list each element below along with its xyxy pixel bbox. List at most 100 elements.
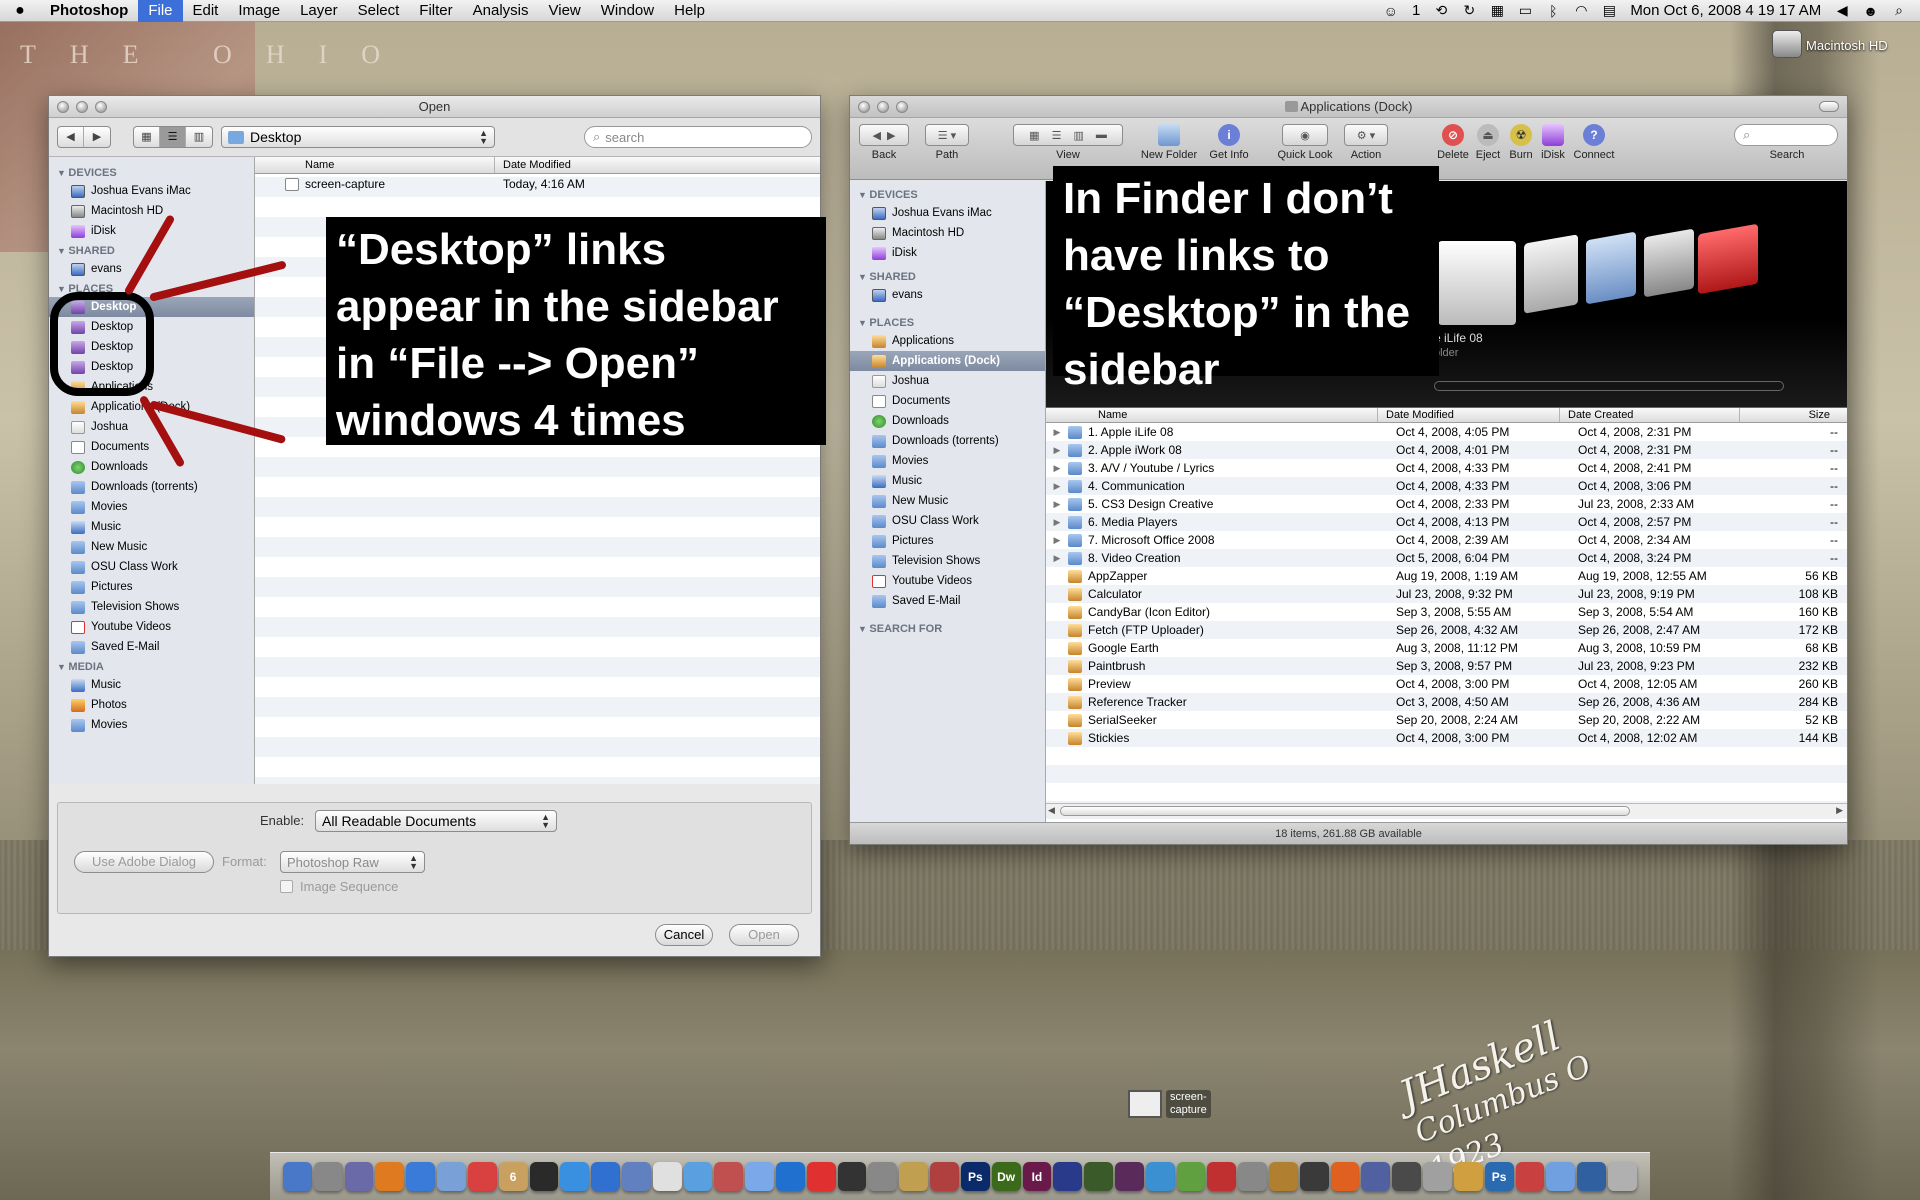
column-view-icon[interactable]: ▥	[186, 127, 212, 147]
dock-app-icon[interactable]	[1084, 1162, 1113, 1191]
dock-app-icon[interactable]	[344, 1162, 374, 1191]
menu-window[interactable]: Window	[591, 0, 664, 22]
calendar-icon[interactable]: 6	[498, 1162, 528, 1191]
dock-app-icon[interactable]	[283, 1162, 312, 1191]
sidebar-item-idisk[interactable]: iDisk	[850, 243, 1045, 263]
table-row[interactable]: Google Earth Aug 3, 2008, 11:12 PM Aug 3, …	[1046, 639, 1847, 657]
disclosure-triangle-icon[interactable]: ▶	[1046, 427, 1068, 438]
use-adobe-dialog-button[interactable]: Use Adobe Dialog	[74, 851, 214, 873]
spotlight-icon[interactable]: ⌕	[1892, 2, 1906, 19]
scroll-left-arrow-icon[interactable]: ◀	[1048, 805, 1055, 816]
finder-titlebar[interactable]: Applications (Dock)	[850, 96, 1847, 118]
table-row[interactable]: ▶ 4. Communication Oct 4, 2008, 4:33 PM Oct…	[1046, 477, 1847, 495]
menu-edit[interactable]: Edit	[183, 0, 229, 22]
sidebar-item-documents[interactable]: Documents	[49, 437, 254, 457]
table-row[interactable]: Fetch (FTP Uploader) Sep 26, 2008, 4:32 A…	[1046, 621, 1847, 639]
sidebar-item-movies[interactable]: Movies	[850, 451, 1045, 471]
dock-app-icon[interactable]	[560, 1162, 590, 1191]
column-size[interactable]: Size	[1740, 408, 1840, 422]
hard-drive-icon[interactable]	[1772, 30, 1802, 58]
sidebar-heading-devices[interactable]: DEVICES	[49, 163, 254, 181]
menu-view[interactable]: View	[539, 0, 591, 22]
toolbar-toggle-icon[interactable]	[1819, 101, 1839, 112]
disclosure-triangle-icon[interactable]: ▶	[1046, 517, 1068, 528]
disclosure-triangle-icon[interactable]: ▶	[1046, 481, 1068, 492]
cover-flow-item-iwork[interactable]	[1524, 234, 1578, 314]
dock-app-icon[interactable]	[899, 1162, 929, 1191]
cover-flow-scrollbar[interactable]	[1434, 381, 1784, 391]
dock-app-icon[interactable]	[1238, 1162, 1267, 1191]
photoshop-icon[interactable]: Ps	[1484, 1162, 1514, 1191]
dock-app-icon[interactable]	[437, 1162, 466, 1191]
get-info-button[interactable]: i Get Info	[1204, 124, 1254, 161]
column-date-modified[interactable]: Date Modified	[495, 157, 571, 173]
sidebar-item-downloads[interactable]: Downloads	[49, 457, 254, 477]
menu-help[interactable]: Help	[664, 0, 715, 22]
sidebar-item-documents[interactable]: Documents	[850, 391, 1045, 411]
dock-app-icon[interactable]	[868, 1162, 898, 1191]
menu-layer[interactable]: Layer	[290, 0, 348, 22]
close-icon[interactable]	[858, 101, 870, 113]
dock-app-icon[interactable]	[375, 1162, 405, 1191]
table-row[interactable]: CandyBar (Icon Editor) Sep 3, 2008, 5:55 …	[1046, 603, 1847, 621]
table-row[interactable]: Paintbrush Sep 3, 2008, 9:57 PM Jul 23, 20…	[1046, 657, 1847, 675]
eject-button[interactable]: ⏏ Eject	[1472, 124, 1504, 161]
back-arrow-icon[interactable]: ◀	[58, 127, 84, 147]
scrollbar-thumb[interactable]	[1060, 806, 1630, 816]
dock-app-icon[interactable]	[467, 1162, 497, 1191]
display-icon[interactable]: ▭	[1518, 2, 1532, 19]
disclosure-triangle-icon[interactable]: ▶	[1046, 499, 1068, 510]
bluetooth-icon[interactable]: ᛒ	[1546, 3, 1560, 19]
minimize-icon[interactable]	[877, 101, 889, 113]
menu-image[interactable]: Image	[228, 0, 290, 22]
finder-search[interactable]: ⌕ Search	[1734, 124, 1840, 161]
column-name[interactable]: Name	[255, 157, 495, 173]
sidebar-item-evans[interactable]: evans	[850, 285, 1045, 305]
sidebar-item-imac[interactable]: Joshua Evans iMac	[49, 181, 254, 201]
table-row[interactable]: ▶ 3. A/V / Youtube / Lyrics Oct 4, 2008, 4…	[1046, 459, 1847, 477]
table-row[interactable]: Preview Oct 4, 2008, 3:00 PM Oct 4, 2008, …	[1046, 675, 1847, 693]
dock-app-icon[interactable]	[1607, 1162, 1637, 1191]
table-row[interactable]: ▶ 5. CS3 Design Creative Oct 4, 2008, 2:33…	[1046, 495, 1847, 513]
dock-app-icon[interactable]	[529, 1162, 559, 1191]
dock-app-icon[interactable]	[406, 1162, 436, 1191]
sidebar-item-music[interactable]: Music	[49, 517, 254, 537]
cover-flow-item-av[interactable]	[1586, 231, 1636, 305]
sidebar-item-applications-dock[interactable]: Applications (Dock)	[850, 351, 1045, 371]
zoom-icon[interactable]	[95, 101, 107, 113]
dock-app-icon[interactable]	[1299, 1162, 1329, 1191]
table-row[interactable]: ▶ 7. Microsoft Office 2008 Oct 4, 2008, 2:…	[1046, 531, 1847, 549]
sync-icon[interactable]: ↻	[1462, 2, 1476, 19]
dock-app-icon[interactable]	[1269, 1162, 1298, 1191]
menu-analysis[interactable]: Analysis	[463, 0, 539, 22]
search-field[interactable]: ⌕	[1734, 124, 1838, 146]
open-button[interactable]: Open	[729, 924, 799, 946]
sidebar-item-osu-class-work[interactable]: OSU Class Work	[49, 557, 254, 577]
dreamweaver-icon[interactable]: Dw	[991, 1162, 1021, 1191]
sidebar-item-osu-class-work[interactable]: OSU Class Work	[850, 511, 1045, 531]
desktop-file-screen-capture[interactable]: screen-capture	[1128, 1090, 1211, 1118]
column-date-modified[interactable]: Date Modified	[1378, 408, 1560, 422]
open-dialog-titlebar[interactable]: Open	[49, 96, 820, 118]
sidebar-heading-shared[interactable]: SHARED	[850, 267, 1045, 285]
table-row[interactable]: ▶ 8. Video Creation Oct 5, 2008, 6:04 PM Oc…	[1046, 549, 1847, 567]
sidebar-item-youtube-videos[interactable]: Youtube Videos	[49, 617, 254, 637]
dock-app-icon[interactable]	[652, 1162, 682, 1191]
menu-select[interactable]: Select	[348, 0, 410, 22]
horizontal-scrollbar[interactable]: ◀ ▶	[1046, 803, 1847, 818]
cover-flow-item-cs3[interactable]	[1698, 223, 1758, 295]
dock-app-icon[interactable]	[1453, 1162, 1483, 1191]
search-field[interactable]: ⌕ search	[584, 126, 812, 148]
format-popup[interactable]: Photoshop Raw ▲ ▼	[280, 851, 425, 873]
cover-flow-item-ilife[interactable]	[1438, 241, 1516, 325]
dock-app-icon[interactable]	[714, 1162, 744, 1191]
dock-app-icon[interactable]	[837, 1162, 867, 1191]
dock-app-icon[interactable]	[591, 1162, 620, 1191]
column-date-created[interactable]: Date Created	[1560, 408, 1740, 422]
user-icon[interactable]: ☻	[1863, 3, 1878, 19]
path-toolbar-button[interactable]: ☰ ▾ Path	[924, 124, 970, 161]
sidebar-item-pictures[interactable]: Pictures	[850, 531, 1045, 551]
dock-app-icon[interactable]	[313, 1162, 343, 1191]
menubar-clock[interactable]: Mon Oct 6, 2008 4 19 17 AM	[1630, 2, 1821, 19]
dock-app-icon[interactable]	[745, 1162, 774, 1191]
